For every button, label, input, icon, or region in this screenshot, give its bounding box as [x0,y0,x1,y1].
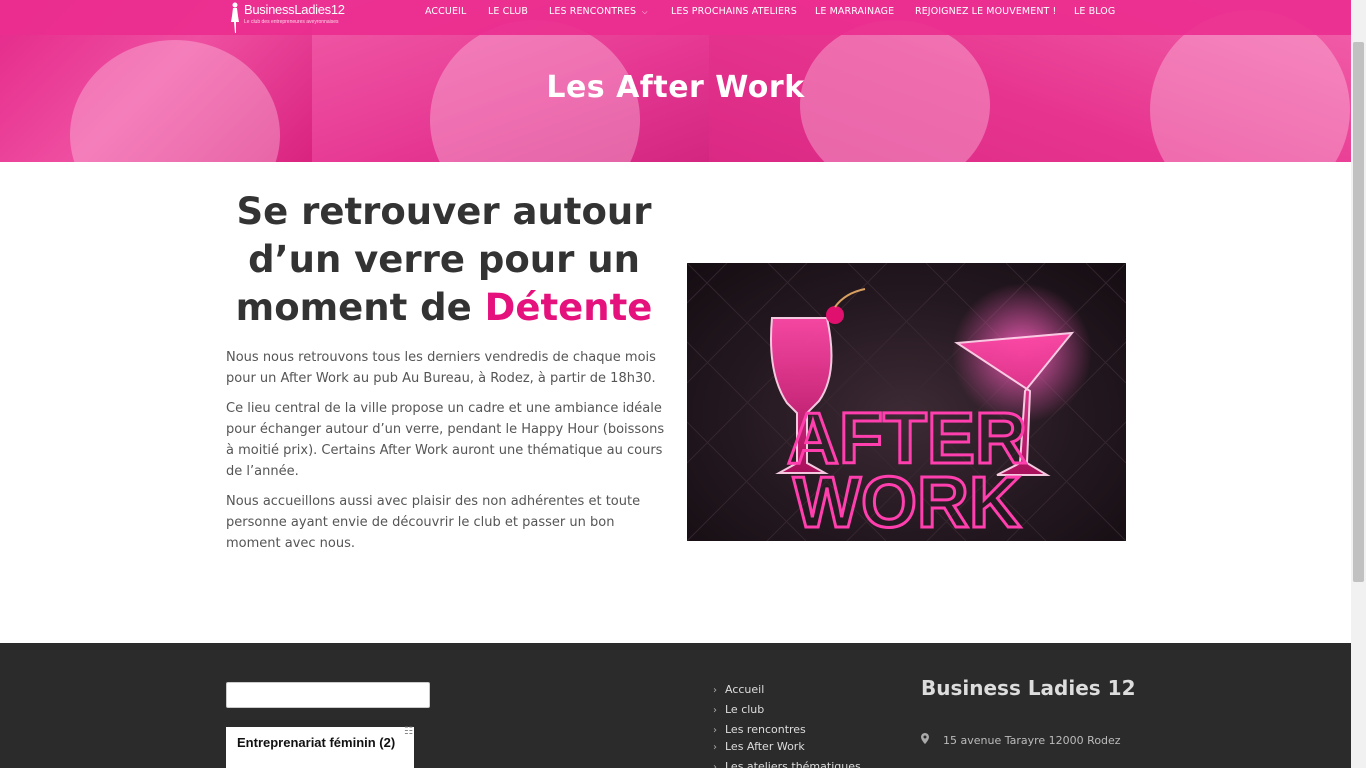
chevron-right-icon: › [713,705,717,716]
footer-link-ateliers[interactable]: › Les ateliers thématiques [713,760,861,768]
footer-link-accueil[interactable]: › Accueil [713,683,764,696]
paragraph-1: Nous nous retrouvons tous les derniers v… [226,350,656,386]
search-input[interactable] [226,682,430,708]
logo-tagline: Le club des entrepreneures aveyronnaises [244,19,339,25]
map-pin-icon [921,733,929,747]
footer-link-after-work[interactable]: › Les After Work [713,740,805,753]
address-text: 15 avenue Tarayre 12000 Rodez [943,734,1121,747]
nav-item-marrainage[interactable]: LE MARRAINAGE [815,6,894,17]
nav-item-label: LES RENCONTRES [549,6,637,17]
image-text-work: WORK [793,463,1021,541]
woman-silhouette-icon [231,2,239,33]
nav-item-rejoignez[interactable]: REJOIGNEZ LE MOUVEMENT ! [915,6,1056,17]
page-scrollbar[interactable] [1351,0,1366,768]
footer-link-label: Accueil [725,683,765,696]
chevron-right-icon: › [713,742,717,753]
logo-text: BusinessLadies12 [244,2,345,17]
footer-link-label: Les ateliers thématiques [725,760,861,768]
tag-cloud-widget: Entreprenariat féminin (2) [226,727,414,768]
paragraph-3: Nous accueillons aussi avec plaisir des … [226,494,641,551]
footer-link-label: Le club [725,703,765,716]
nav-item-accueil[interactable]: ACCUEIL [425,6,466,17]
nav-item-les-rencontres[interactable]: LES RENCONTRES ⌵ [549,6,648,17]
scrollbar-thumb[interactable] [1353,42,1364,582]
tag-entreprenariat-feminin[interactable]: Entreprenariat féminin (2) [237,735,395,750]
footer-link-le-club[interactable]: › Le club [713,703,764,716]
nav-item-blog[interactable]: LE BLOG [1074,6,1115,17]
chevron-down-icon: ⌵ [642,8,648,16]
after-work-illustration: AFTER WORK [687,263,1126,541]
footer-link-label: Les rencontres [725,723,806,736]
heading-accent: Détente [484,286,653,329]
site-logo[interactable]: BusinessLadies12 Le club des entrepreneu… [228,0,358,35]
after-work-image: AFTER WORK [687,263,1126,541]
chevron-right-icon: › [713,762,717,768]
footer-link-les-rencontres[interactable]: › Les rencontres [713,723,806,736]
footer-address: 15 avenue Tarayre 12000 Rodez [921,733,1121,747]
nav-item-le-club[interactable]: LE CLUB [488,6,528,17]
chevron-right-icon: › [713,725,717,736]
page-title: Les After Work [546,70,805,105]
chevron-right-icon: › [713,685,717,696]
paragraph-2: Ce lieu central de la ville propose un c… [226,401,665,479]
footer-link-label: Les After Work [725,740,805,753]
widget-marker-icon: ☷ [404,726,413,737]
site-footer: Entreprenariat féminin (2) ☷ › Accueil › L… [0,643,1351,768]
section-heading: Se retrouver autour d’un verre pour un m… [215,188,673,332]
nav-item-prochains-ateliers[interactable]: LES PROCHAINS ATELIERS [671,6,797,17]
top-navbar: BusinessLadies12 Le club des entrepreneu… [0,0,1351,35]
footer-brand-title: Business Ladies 12 [921,676,1136,700]
